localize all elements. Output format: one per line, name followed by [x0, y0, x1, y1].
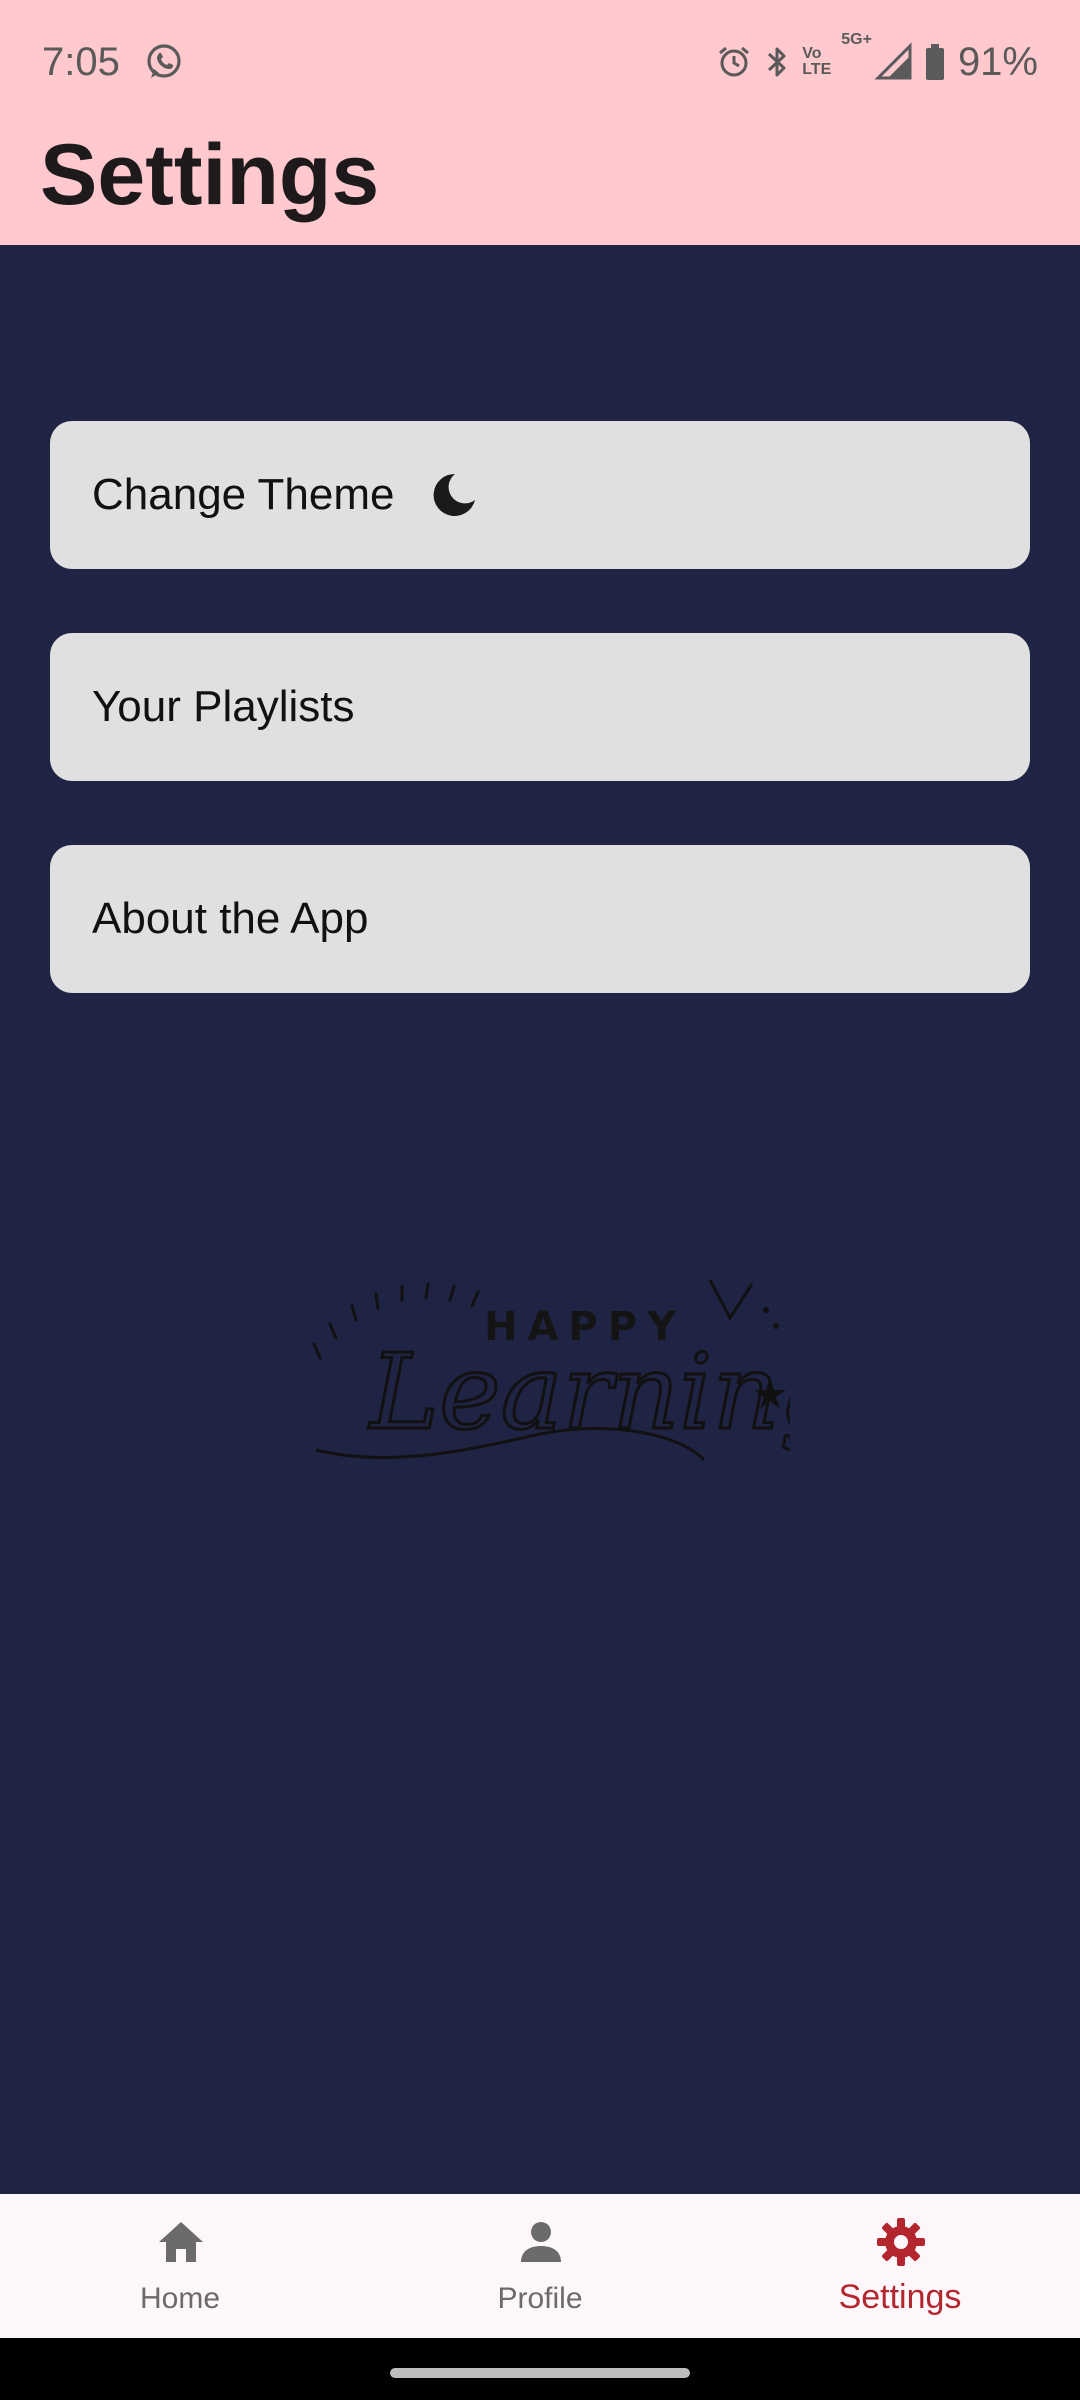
about-app-button[interactable]: About the App [50, 845, 1030, 993]
top-bar: 7:05 Vo LTE 5G+ 91% Settings [0, 0, 1080, 245]
battery-icon [925, 44, 944, 80]
home-icon [159, 2222, 203, 2262]
your-playlists-label: Your Playlists [92, 682, 355, 731]
bottom-navigation: Home Profile Settings [0, 2194, 1080, 2338]
nav-profile[interactable]: Profile [360, 2194, 720, 2338]
volte-icon: Vo LTE [802, 46, 831, 78]
change-theme-button[interactable]: Change Theme [50, 421, 1030, 569]
nav-home[interactable]: Home [0, 2194, 360, 2338]
your-playlists-button[interactable]: Your Playlists [50, 633, 1030, 781]
nav-home-label: Home [139, 2282, 221, 2315]
alarm-icon [719, 46, 750, 77]
whatsapp-icon [147, 44, 181, 78]
battery-percent: 91% [957, 40, 1038, 84]
network-indicator: 5G+ [841, 32, 914, 82]
happy-learning-illustration: HAPPY Learning [312, 1279, 790, 1462]
status-bar: 7:05 Vo LTE 5G+ 91% [0, 0, 1080, 125]
volte-bottom-label: LTE [802, 61, 832, 78]
gear-icon [877, 2218, 925, 2266]
gesture-navigation-area [0, 2338, 1080, 2400]
network-type-label: 5G+ [841, 31, 872, 48]
volte-top-label: Vo [802, 45, 822, 62]
bluetooth-icon [768, 47, 786, 77]
status-icons: Vo LTE 5G+ 91% [716, 32, 1038, 86]
nav-profile-label: Profile [497, 2282, 583, 2315]
nav-settings-label: Settings [838, 2278, 962, 2316]
moon-icon[interactable] [429, 470, 479, 520]
person-icon [521, 2222, 561, 2262]
status-time: 7:05 [42, 40, 120, 84]
change-theme-label: Change Theme [92, 470, 395, 519]
gesture-handle[interactable] [390, 2368, 690, 2378]
signal-icon [874, 42, 912, 80]
page-title: Settings [40, 127, 380, 223]
illustration-script-text: Learning [368, 1331, 790, 1453]
about-app-label: About the App [92, 894, 369, 943]
nav-settings[interactable]: Settings [720, 2194, 1080, 2338]
